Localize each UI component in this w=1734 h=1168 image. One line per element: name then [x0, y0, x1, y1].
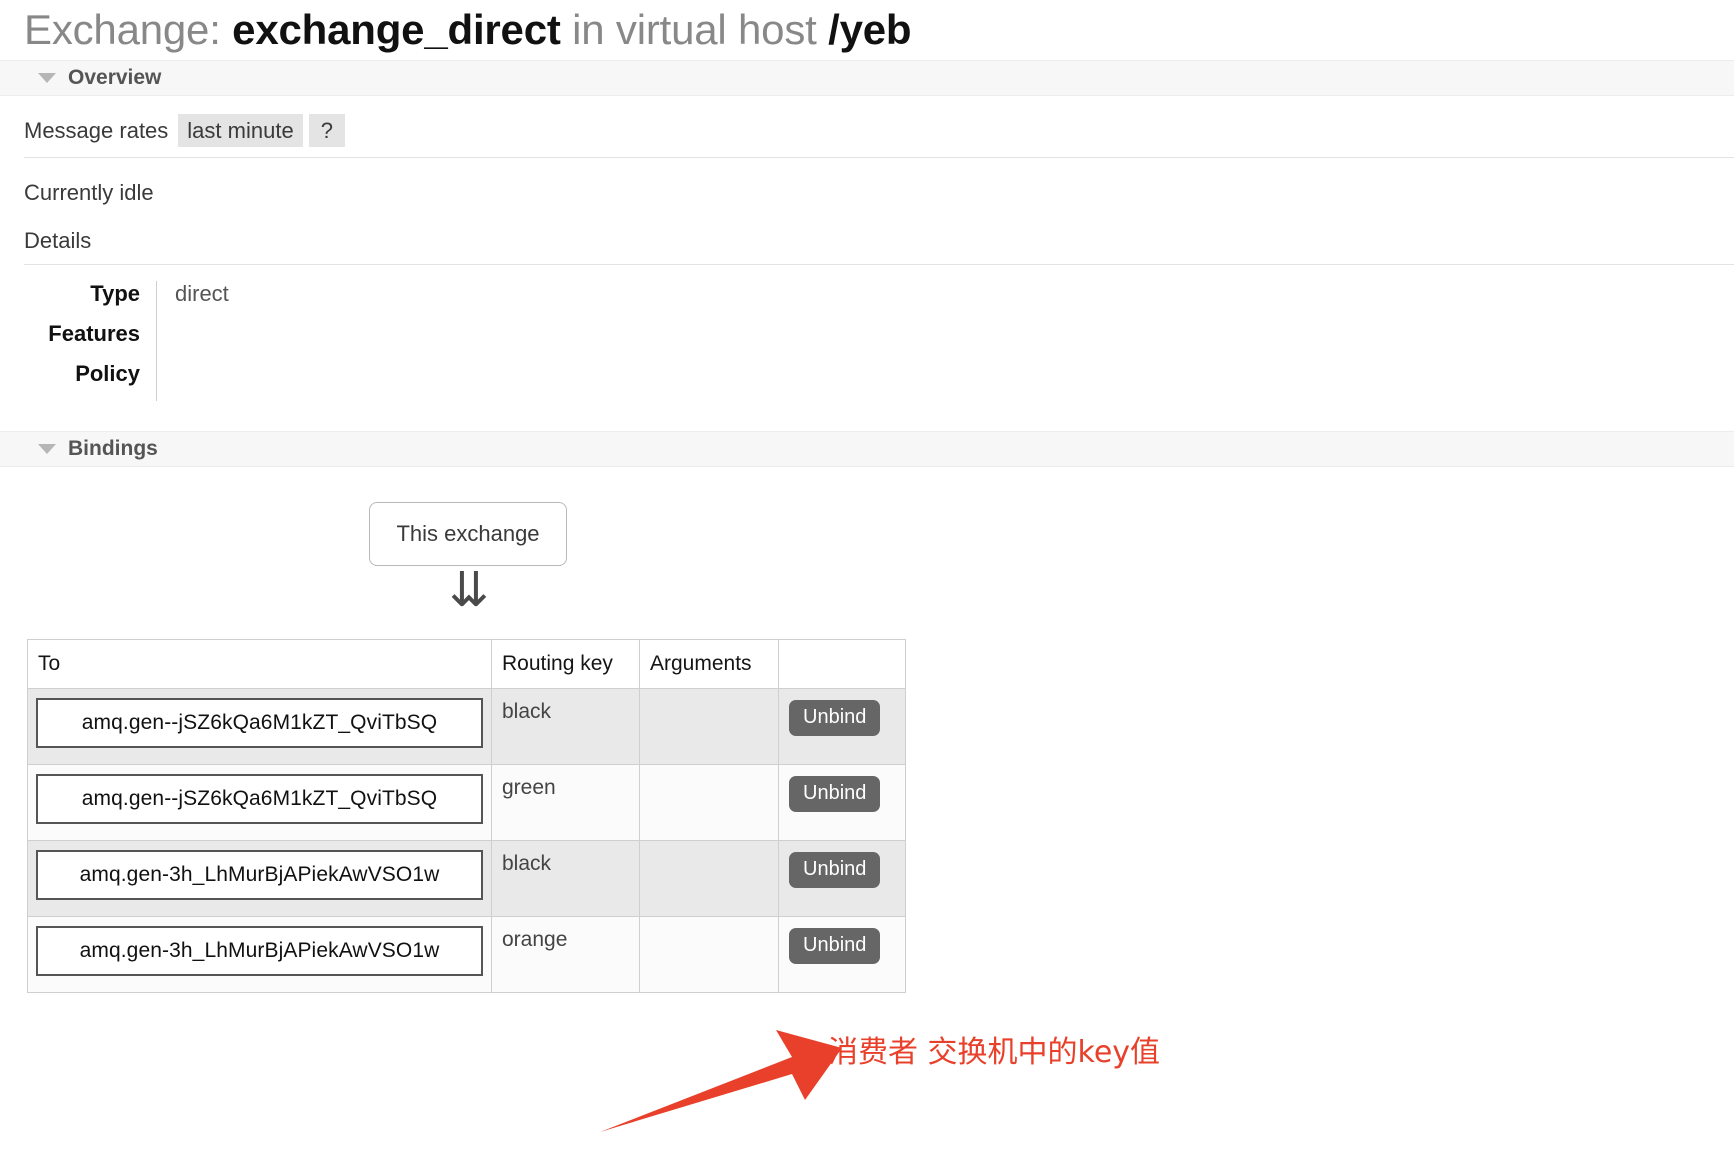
details-divider [24, 264, 1734, 266]
routing-key-cell: black [491, 840, 640, 918]
column-header-to[interactable]: To [27, 639, 492, 690]
this-exchange-label: This exchange [396, 521, 540, 547]
table-header-row: To Routing key Arguments [27, 639, 906, 690]
bindings-area: This exchange ⇊ 消费者 交换机中的key值 To Routing… [0, 467, 1734, 1133]
unbind-button[interactable]: Unbind [789, 700, 881, 737]
details-key: Features [48, 321, 140, 347]
action-cell: Unbind [778, 764, 906, 842]
bindings-table: To Routing key Arguments amq.gen--jSZ6kQ… [27, 639, 906, 994]
details-label: Details [24, 228, 92, 254]
action-cell: Unbind [778, 916, 906, 994]
message-rates-period-chip[interactable]: last minute [178, 114, 303, 148]
routing-key-cell: black [491, 688, 640, 766]
details-separator [156, 361, 157, 402]
bindings-section-label: Bindings [68, 437, 158, 461]
table-row: amq.gen--jSZ6kQa6M1kZT_QviTbSQ green Unb… [27, 764, 906, 842]
this-exchange-node: This exchange [369, 502, 567, 567]
triangle-down-icon [38, 73, 56, 83]
binding-destination-cell: amq.gen-3h_LhMurBjAPiekAwVSO1w [27, 840, 492, 918]
arguments-cell [639, 764, 779, 842]
column-header-arguments[interactable]: Arguments [639, 639, 779, 690]
unbind-button[interactable]: Unbind [789, 776, 881, 813]
message-rates-help-chip[interactable]: ? [308, 114, 345, 148]
page-title-prefix: Exchange: [24, 6, 221, 53]
details-value: direct [175, 281, 229, 307]
queue-link[interactable]: amq.gen--jSZ6kQa6M1kZT_QviTbSQ [36, 774, 483, 825]
triangle-down-icon [38, 444, 56, 455]
queue-link[interactable]: amq.gen--jSZ6kQa6M1kZT_QviTbSQ [36, 698, 483, 749]
page-title-middle: in virtual host [572, 6, 817, 53]
details-key: Policy [75, 361, 140, 387]
details-separator [156, 321, 157, 362]
column-header-actions [778, 639, 906, 690]
arguments-cell [639, 840, 779, 918]
page-title: Exchange: exchange_direct in virtual hos… [0, 0, 1734, 54]
arguments-cell [639, 916, 779, 994]
table-row: amq.gen--jSZ6kQa6M1kZT_QviTbSQ black Unb… [27, 688, 906, 766]
unbind-button[interactable]: Unbind [789, 852, 881, 889]
details-row-policy: Policy [0, 361, 1734, 402]
binding-destination-cell: amq.gen--jSZ6kQa6M1kZT_QviTbSQ [27, 764, 492, 842]
flow-double-arrow-icon: ⇊ [448, 564, 490, 618]
binding-destination-cell: amq.gen--jSZ6kQa6M1kZT_QviTbSQ [27, 688, 492, 766]
table-row: amq.gen-3h_LhMurBjAPiekAwVSO1w black Unb… [27, 840, 906, 918]
page-title-vhost: /yeb [828, 6, 912, 53]
page-title-exchange-name: exchange_direct [232, 6, 561, 53]
details-row-features: Features [0, 321, 1734, 362]
overview-section-header[interactable]: Overview [0, 60, 1734, 96]
message-rates-label: Message rates [24, 117, 169, 143]
unbind-button[interactable]: Unbind [789, 928, 881, 965]
details-list: Type direct Features Policy [0, 281, 1734, 402]
binding-destination-cell: amq.gen-3h_LhMurBjAPiekAwVSO1w [27, 916, 492, 994]
column-header-routing-key[interactable]: Routing key [491, 639, 640, 690]
routing-key-cell: orange [491, 916, 640, 994]
details-row-type: Type direct [0, 281, 1734, 322]
details-key: Type [90, 281, 140, 307]
table-row: amq.gen-3h_LhMurBjAPiekAwVSO1w orange Un… [27, 916, 906, 994]
action-cell: Unbind [778, 840, 906, 918]
queue-link[interactable]: amq.gen-3h_LhMurBjAPiekAwVSO1w [36, 850, 483, 901]
annotation-text: 消费者 交换机中的key值 [828, 1035, 1161, 1071]
arguments-cell [639, 688, 779, 766]
routing-key-cell: green [491, 764, 640, 842]
overview-section-label: Overview [68, 66, 162, 89]
message-rates-row: Message rates last minute ? [0, 96, 1734, 148]
annotation-arrow-icon [600, 1030, 842, 1133]
bindings-section-header[interactable]: Bindings [0, 431, 1734, 468]
queue-link[interactable]: amq.gen-3h_LhMurBjAPiekAwVSO1w [36, 926, 483, 977]
currently-idle-text: Currently idle [24, 180, 154, 206]
action-cell: Unbind [778, 688, 906, 766]
